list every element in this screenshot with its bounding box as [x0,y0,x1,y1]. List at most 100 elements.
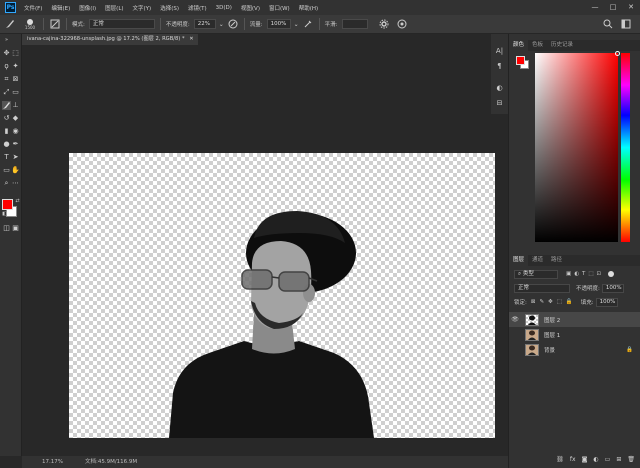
stamp-tool-icon[interactable]: ⊥ [11,101,20,110]
tab-layers[interactable]: 图层 [509,255,529,266]
brush-settings-icon[interactable] [49,18,61,30]
gradient-tool-icon[interactable]: ▮ [2,127,11,136]
zoom-tool-icon[interactable]: ⌕ [2,179,11,188]
menu-select[interactable]: 选择(S) [160,4,179,12]
color-picker-marker[interactable] [615,51,620,56]
document-tab-title: ivana-cajina-322968-unsplash.jpg @ 17.2%… [27,36,185,42]
chevron-down-icon[interactable]: ⌄ [294,21,299,28]
smoothing-input[interactable] [341,19,368,29]
menu-edit[interactable]: 编辑(E) [51,4,70,12]
minimize-button[interactable]: — [586,0,604,15]
adjustment-layer-icon[interactable]: ◐ [593,456,598,463]
menu-window[interactable]: 窗口(W) [269,4,290,12]
brush-tool-icon[interactable] [4,18,16,30]
shape-tool-icon[interactable]: ▭ [2,166,11,175]
frame-tool-icon[interactable]: ⊠ [11,75,20,84]
zoom-level[interactable]: 17.17% [42,456,63,468]
adjustments-panel-icon[interactable]: ◐ [494,83,505,94]
layer-filter-row: ⌕ 类型 ▣◐T⬚⊡ [509,268,640,280]
move-tool-icon[interactable]: ✥ [2,49,11,58]
menu-file[interactable]: 文件(F) [24,4,42,12]
tab-paths[interactable]: 路径 [547,255,566,266]
patch-tool-icon[interactable]: ▭ [11,88,20,97]
layers-panel: 图层 通道 路径 ⌕ 类型 ▣◐T⬚⊡ 正常 不透明度: 100% 锁定: ⊠✎… [509,255,640,468]
gear-icon[interactable] [378,18,390,30]
menu-help[interactable]: 帮助(H) [299,4,318,12]
layer-style-icon[interactable]: fx [570,456,576,463]
opacity-input[interactable]: 22% [193,19,216,29]
add-mask-icon[interactable]: ◙ [582,456,588,463]
layer-kind-filter[interactable]: ⌕ 类型 [514,269,558,279]
default-colors-icon[interactable]: ◧ [0,210,9,219]
blend-mode-select[interactable]: 正常 [514,283,570,293]
swap-colors-icon[interactable]: ⇄ [13,197,22,206]
layers-panel-tabs: 图层 通道 路径 [509,255,640,266]
crop-tool-icon[interactable]: ⌗ [2,75,11,84]
document-tab[interactable]: ivana-cajina-322968-unsplash.jpg @ 17.2%… [22,34,198,45]
delete-layer-icon[interactable]: 🗑 [627,456,635,463]
new-layer-icon[interactable]: ⊞ [616,456,621,463]
toolbar-collapse-icon[interactable]: » [2,36,11,45]
panel-foreground-color[interactable] [516,56,525,65]
layer-opacity-input[interactable]: 100% [601,283,624,293]
hue-slider[interactable] [621,53,630,242]
hand-tool-icon[interactable]: ✋ [11,166,20,175]
close-button[interactable]: ✕ [622,0,640,15]
pressure-size-icon[interactable] [396,18,408,30]
airbrush-icon[interactable] [302,18,314,30]
menu-3d[interactable]: 3D(D) [216,5,232,11]
pen-tool-icon[interactable]: ✒ [11,140,20,149]
link-layers-icon[interactable]: ⛓ [556,456,564,463]
brush-tool-icon[interactable] [2,101,11,110]
search-icon[interactable] [602,18,614,30]
maximize-button[interactable]: □ [604,0,622,15]
layer-row[interactable]: 👁 图层 2 [509,312,640,327]
filter-toggle-icon[interactable] [608,271,615,277]
close-tab-icon[interactable]: ✕ [189,36,193,42]
layer-opacity-label: 不透明度: [576,286,600,292]
character-panel-icon[interactable]: A| [494,46,505,57]
brush-preset-picker[interactable]: 1500 [22,18,38,30]
quick-mask-icon[interactable]: ◫ [2,224,11,233]
pressure-opacity-icon[interactable] [227,18,239,30]
screen-mode-icon[interactable]: ▣ [11,224,20,233]
layer-filter-icons[interactable]: ▣◐T⬚⊡ [566,271,604,277]
layer-row[interactable]: 背景 🔒 [509,342,640,357]
menu-view[interactable]: 视图(V) [241,4,260,12]
document-canvas[interactable] [69,153,495,438]
new-group-icon[interactable]: ▭ [605,456,611,463]
eraser-tool-icon[interactable]: ◆ [11,114,20,123]
menu-filter[interactable]: 滤镜(T) [188,4,207,12]
fill-label: 填充: [580,300,594,306]
menu-layer[interactable]: 图层(L) [105,4,123,12]
fill-input[interactable]: 100% [595,297,618,307]
tab-channels[interactable]: 通道 [528,255,547,266]
layer-row[interactable]: 图层 1 [509,327,640,342]
canvas-workspace[interactable] [22,45,508,456]
workspace-icon[interactable] [620,18,632,30]
layer-opacity-value: 100% [605,284,622,291]
type-tool-icon[interactable]: T [2,153,11,162]
artboard-tool-icon[interactable]: ⬚ [11,49,20,58]
magic-wand-tool-icon[interactable]: ✦ [11,62,20,71]
dodge-tool-icon[interactable]: ● [2,140,11,149]
document-size: 文档:45.9M/116.9M [84,459,138,465]
lock-icons[interactable]: ⊠✎✥⬚🔒 [531,299,577,305]
chevron-down-icon[interactable]: ⌄ [219,21,224,28]
menu-image[interactable]: 图像(I) [79,4,96,12]
lasso-tool-icon[interactable]: ϙ [2,62,11,71]
history-brush-tool-icon[interactable]: ↺ [2,114,11,123]
color-saturation-field[interactable] [535,51,620,242]
lock-row: 锁定: ⊠✎✥⬚🔒 填充: 100% [509,296,640,308]
menu-type[interactable]: 文字(Y) [133,4,152,12]
mode-select[interactable]: 正常 [88,19,155,29]
flow-input[interactable]: 100% [266,19,291,29]
eye-icon[interactable]: 👁 [509,316,521,323]
blur-tool-icon[interactable]: ◉ [11,127,20,136]
path-selection-tool-icon[interactable]: ➤ [11,153,20,162]
eyedropper-tool-icon[interactable]: ⤢ [2,88,11,97]
more-tools-icon[interactable]: ⋯ [11,179,20,188]
paragraph-panel-icon[interactable]: ¶ [494,61,505,72]
foreground-color-swatch[interactable] [2,199,13,210]
properties-panel-icon[interactable]: ⊟ [494,98,505,109]
